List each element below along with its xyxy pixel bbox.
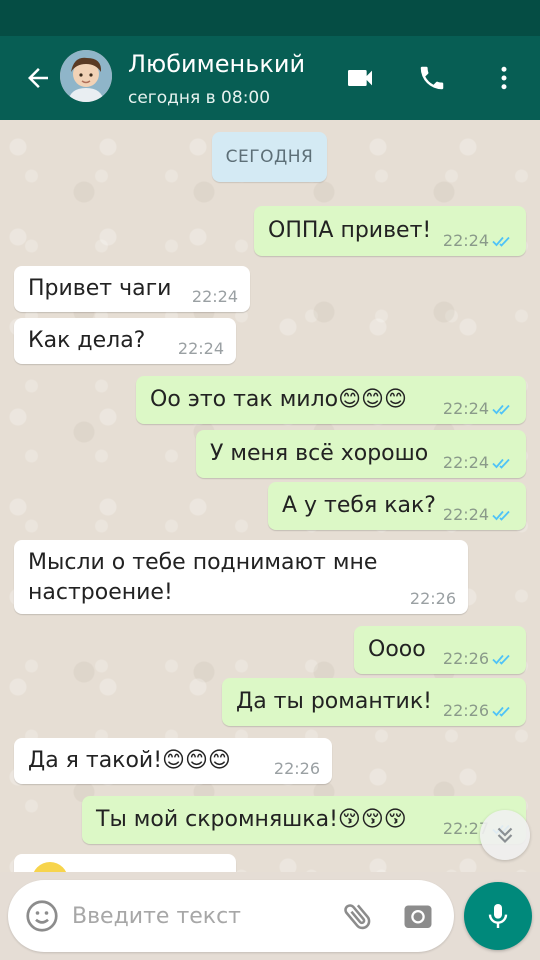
message-bubble-incoming-partial[interactable] <box>14 854 236 872</box>
avatar[interactable] <box>60 50 112 102</box>
video-call-icon <box>348 70 372 86</box>
message-time: 22:24 <box>442 231 489 250</box>
message-bubble-incoming[interactable]: Да я такой!😊😊😊 22:26 <box>14 738 332 784</box>
read-receipt-icon <box>492 458 510 469</box>
emoji-button[interactable] <box>24 898 60 934</box>
message-input[interactable] <box>72 896 322 936</box>
voice-record-button[interactable] <box>464 882 532 950</box>
message-bubble-incoming[interactable]: Привет чаги 22:24 <box>14 266 250 312</box>
attach-button[interactable] <box>340 898 376 934</box>
mic-icon <box>488 904 508 928</box>
message-time: 22:26 <box>442 649 489 668</box>
message-bubble-outgoing[interactable]: Да ты романтик! 22:26 <box>222 678 526 726</box>
message-text: А у тебя как? <box>282 493 436 518</box>
message-bubble-outgoing[interactable]: У меня всё хорошо 22:24 <box>196 430 526 478</box>
message-text: Да ты романтик! <box>236 689 432 714</box>
message-text: Оооо <box>368 637 426 662</box>
message-time: 22:26 <box>409 589 456 608</box>
camera-icon <box>404 905 432 928</box>
read-receipt-icon <box>492 706 510 717</box>
message-text: Оо это так мило😊😊😊 <box>150 387 407 412</box>
message-time: 22:26 <box>442 701 489 720</box>
contact-name[interactable]: Любименький <box>128 50 305 78</box>
message-bubble-outgoing[interactable]: Оо это так мило😊😊😊 22:24 <box>136 376 526 424</box>
more-vert-icon <box>501 66 507 90</box>
message-bubble-outgoing[interactable]: ОППА привет! 22:24 <box>254 206 526 256</box>
emoji-icon <box>33 862 67 872</box>
chat-header: Любименький сегодня в 08:00 <box>0 36 540 120</box>
message-bubble-incoming[interactable]: Как дела? 22:24 <box>14 318 236 364</box>
back-arrow-icon <box>28 68 48 88</box>
message-bubble-outgoing[interactable]: Ты мой скромняшка!😚😚😚 22:27 <box>82 796 526 844</box>
date-divider: СЕГОДНЯ <box>212 132 327 182</box>
message-list[interactable]: СЕГОДНЯ ОППА привет! 22:24 Привет чаги 2… <box>0 120 540 872</box>
read-receipt-icon <box>492 404 510 415</box>
message-time: 22:24 <box>177 339 224 358</box>
contact-last-seen: сегодня в 08:00 <box>128 88 271 108</box>
attach-icon <box>344 904 371 930</box>
read-receipt-icon <box>492 236 510 247</box>
message-time: 22:24 <box>191 287 238 306</box>
message-bubble-incoming[interactable]: Мысли о тебе поднимают мне настроение! 2… <box>14 540 468 614</box>
read-receipt-icon <box>492 510 510 521</box>
video-call-button[interactable] <box>340 58 380 98</box>
message-time: 22:24 <box>442 453 489 472</box>
message-composer <box>8 880 454 952</box>
message-text: Да я такой!😊😊😊 <box>28 748 231 773</box>
message-text: Как дела? <box>28 328 146 353</box>
status-bar <box>0 0 540 36</box>
double-chevron-down-icon <box>497 827 513 844</box>
message-text: У меня всё хорошо <box>210 441 429 466</box>
back-button[interactable] <box>18 60 58 96</box>
camera-button[interactable] <box>400 898 436 934</box>
message-bubble-outgoing[interactable]: Оооо 22:26 <box>354 626 526 674</box>
message-text: Ты мой скромняшка!😚😚😚 <box>96 807 407 832</box>
phone-icon <box>420 66 444 90</box>
message-text: Мысли о тебе поднимают мне настроение! <box>28 550 378 605</box>
more-options-button[interactable] <box>484 58 524 98</box>
scroll-to-bottom-button[interactable] <box>480 810 530 860</box>
message-time: 22:24 <box>442 505 489 524</box>
voice-call-button[interactable] <box>412 58 452 98</box>
message-time: 22:24 <box>442 399 489 418</box>
emoji-icon <box>26 900 58 932</box>
message-text: ОППА привет! <box>268 218 432 243</box>
message-bubble-outgoing[interactable]: А у тебя как? 22:24 <box>268 482 526 530</box>
message-time: 22:26 <box>273 759 320 778</box>
message-text: Привет чаги <box>28 276 172 301</box>
read-receipt-icon <box>492 654 510 665</box>
